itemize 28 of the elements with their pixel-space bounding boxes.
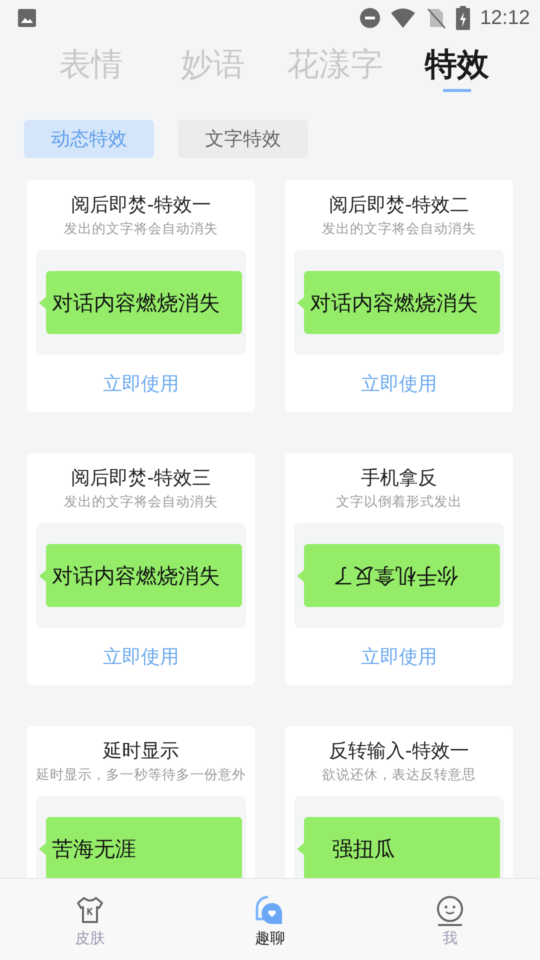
card-title: 延时显示	[103, 739, 179, 764]
use-now-link[interactable]: 立即使用	[103, 644, 179, 670]
smiley-face-icon	[434, 895, 466, 927]
wifi-icon	[390, 8, 416, 28]
card-title: 反转输入-特效一	[329, 739, 469, 764]
charging-battery-icon	[456, 6, 470, 30]
do-not-disturb-icon	[360, 8, 380, 28]
segment-button[interactable]: 文字特效	[178, 120, 308, 158]
no-sim-icon	[426, 7, 446, 29]
card-title: 阅后即焚-特效三	[71, 466, 211, 491]
card-subtitle: 发出的文字将会自动消失	[64, 220, 218, 239]
card-title: 阅后即焚-特效二	[329, 193, 469, 218]
clock-time: 12:12	[480, 6, 530, 30]
card-subtitle: 欲说还休，表达反转意思	[322, 766, 476, 785]
use-now-link[interactable]: 立即使用	[103, 371, 179, 397]
segment-button[interactable]: 动态特效	[24, 120, 154, 158]
use-now-link[interactable]: 立即使用	[361, 644, 437, 670]
use-now-link[interactable]: 立即使用	[361, 371, 437, 397]
card-subtitle: 发出的文字将会自动消失	[322, 220, 476, 239]
nav-tab[interactable]: 趣聊	[180, 879, 360, 960]
image-icon	[17, 8, 37, 28]
card-title: 阅后即焚-特效一	[71, 193, 211, 218]
card-subtitle: 文字以倒着形式发出	[336, 493, 462, 512]
card-subtitle: 延时显示，多一秒等待多一份意外	[36, 766, 246, 785]
card-title: 手机拿反	[361, 466, 437, 491]
nav-tab[interactable]: 我	[360, 879, 540, 960]
card-subtitle: 发出的文字将会自动消失	[64, 493, 218, 512]
nav-tab[interactable]: 皮肤	[0, 879, 180, 960]
